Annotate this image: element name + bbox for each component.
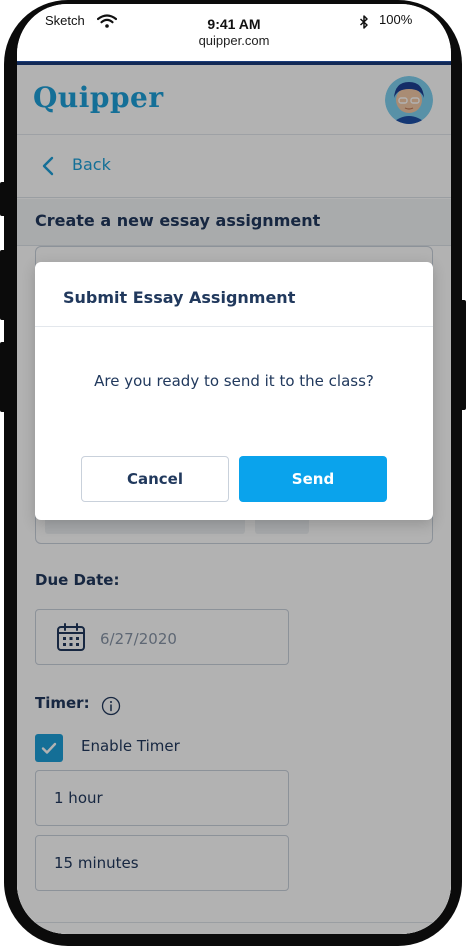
- submit-dialog: Submit Essay Assignment Are you ready to…: [35, 262, 433, 520]
- side-button-volume-up: [0, 250, 6, 320]
- battery-percent: 100%: [379, 12, 413, 27]
- dialog-message: Are you ready to send it to the class?: [94, 372, 374, 390]
- cancel-button[interactable]: Cancel: [81, 456, 229, 502]
- dialog-title: Submit Essay Assignment: [63, 288, 296, 307]
- dialog-divider: [35, 326, 433, 327]
- bluetooth-icon: [359, 14, 369, 33]
- side-button-power: [460, 300, 466, 410]
- status-bar: Sketch 9:41 AM quipper.com 100%: [17, 4, 451, 62]
- browser-url[interactable]: quipper.com: [17, 33, 451, 48]
- side-button-volume-down: [0, 342, 6, 412]
- phone-screen: Sketch 9:41 AM quipper.com 100% Quipper: [17, 4, 451, 934]
- side-button-silent: [0, 182, 6, 216]
- send-button[interactable]: Send: [239, 456, 387, 502]
